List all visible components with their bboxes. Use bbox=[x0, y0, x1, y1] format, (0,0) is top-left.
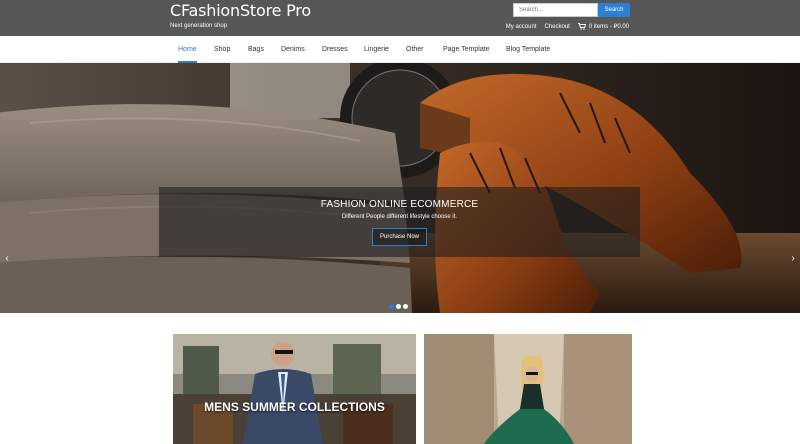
nav-item-other[interactable]: Other bbox=[406, 36, 424, 63]
nav-item-denims[interactable]: Denims bbox=[281, 36, 305, 63]
cart-link[interactable]: 0 items - ₽0.00 bbox=[577, 23, 629, 30]
nav-item-lingerie[interactable]: Lingerie bbox=[364, 36, 389, 63]
search-button[interactable]: Search bbox=[598, 3, 630, 17]
purchase-now-button[interactable]: Purchase Now bbox=[372, 228, 427, 246]
main-nav: Home Shop Bags Denims Dresses Lingerie O… bbox=[0, 36, 800, 63]
brand[interactable]: CFashionStore Pro Next generation shop bbox=[170, 2, 311, 30]
nav-item-page-template[interactable]: Page Template bbox=[443, 36, 490, 63]
slider-pagination bbox=[389, 304, 408, 309]
slider-dot[interactable] bbox=[389, 304, 394, 309]
mens-collection-card[interactable]: MENS SUMMER COLLECTIONS bbox=[173, 334, 416, 444]
hero-caption: FASHION ONLINE ECOMMERCE Different Peopl… bbox=[159, 187, 640, 257]
nav-item-bags[interactable]: Bags bbox=[248, 36, 264, 63]
my-account-link[interactable]: My account bbox=[506, 24, 537, 30]
search-input[interactable] bbox=[513, 3, 598, 17]
hero-subtitle: Different People different lifestyle cho… bbox=[341, 214, 458, 220]
slider-dot[interactable] bbox=[396, 304, 401, 309]
nav-item-home[interactable]: Home bbox=[178, 36, 197, 63]
womens-collection-image bbox=[424, 334, 632, 444]
nav-item-shop[interactable]: Shop bbox=[214, 36, 230, 63]
site-header: CFashionStore Pro Next generation shop S… bbox=[0, 0, 800, 36]
site-title[interactable]: CFashionStore Pro bbox=[170, 2, 311, 20]
slider-prev-arrow[interactable]: ‹ bbox=[0, 252, 14, 266]
cart-summary: 0 items - ₽0.00 bbox=[588, 24, 629, 30]
cart-icon bbox=[577, 23, 586, 30]
mens-collection-label: MENS SUMMER COLLECTIONS bbox=[204, 400, 385, 414]
hero-title: FASHION ONLINE ECOMMERCE bbox=[320, 199, 479, 210]
site-tagline: Next generation shop bbox=[170, 23, 228, 29]
slider-next-arrow[interactable]: › bbox=[786, 252, 800, 266]
womens-collection-card[interactable] bbox=[424, 334, 632, 444]
nav-item-dresses[interactable]: Dresses bbox=[322, 36, 348, 63]
nav-item-blog-template[interactable]: Blog Template bbox=[506, 36, 550, 63]
checkout-link[interactable]: Checkout bbox=[544, 24, 569, 30]
mens-collection-image bbox=[173, 334, 416, 444]
slider-dot[interactable] bbox=[403, 304, 408, 309]
account-links: My account Checkout 0 items - ₽0.00 bbox=[506, 23, 629, 30]
